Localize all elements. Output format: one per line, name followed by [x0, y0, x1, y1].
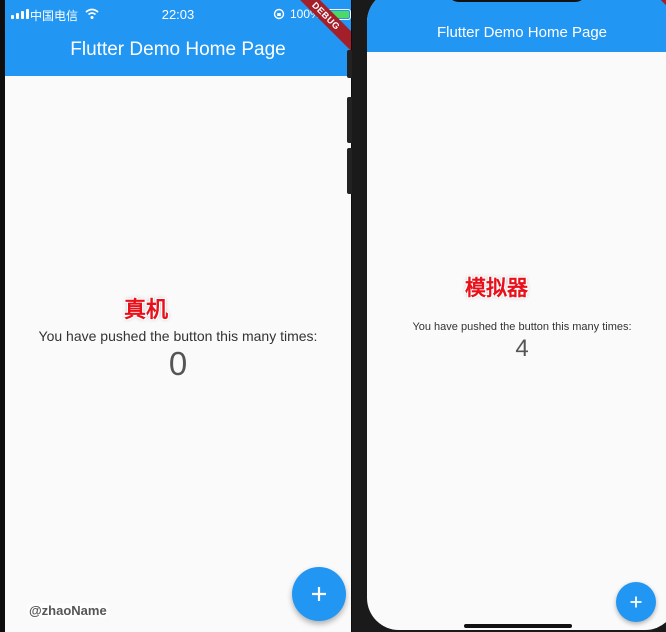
increment-button[interactable] — [292, 567, 346, 621]
device-label: 真机 — [124, 298, 169, 323]
increment-button[interactable] — [616, 582, 656, 622]
status-bar: 中国电信 22:03 100% — [5, 0, 351, 28]
app-bar: 中国电信 22:03 100% Flutter Demo Home Page D… — [5, 0, 351, 76]
app-bar: Flutter Demo Home Page DEBUG — [367, 0, 666, 52]
page-body: 真机 You have pushed the button this many … — [5, 76, 351, 632]
counter-value: 4 — [515, 335, 529, 362]
watermark: @zhaoName — [27, 603, 109, 618]
simulator-frame: Flutter Demo Home Page DEBUG 模拟器 You hav… — [352, 0, 666, 632]
device-notch — [447, 0, 587, 2]
orientation-lock-icon — [273, 8, 285, 20]
counter-value: 0 — [168, 345, 188, 382]
counter-message: You have pushed the button this many tim… — [412, 321, 632, 333]
page-title: Flutter Demo Home Page — [70, 39, 286, 60]
plus-icon — [630, 596, 642, 608]
simulator-screen: Flutter Demo Home Page DEBUG 模拟器 You hav… — [367, 0, 666, 630]
counter-message: You have pushed the button this many tim… — [38, 328, 318, 344]
device-label: 模拟器 — [465, 276, 528, 300]
real-device-screen: 中国电信 22:03 100% Flutter Demo Home Page D… — [5, 0, 351, 632]
plus-icon — [312, 587, 326, 601]
home-indicator[interactable] — [464, 624, 572, 628]
real-device-frame: 中国电信 22:03 100% Flutter Demo Home Page D… — [0, 0, 356, 632]
page-title: Flutter Demo Home Page — [436, 24, 608, 41]
